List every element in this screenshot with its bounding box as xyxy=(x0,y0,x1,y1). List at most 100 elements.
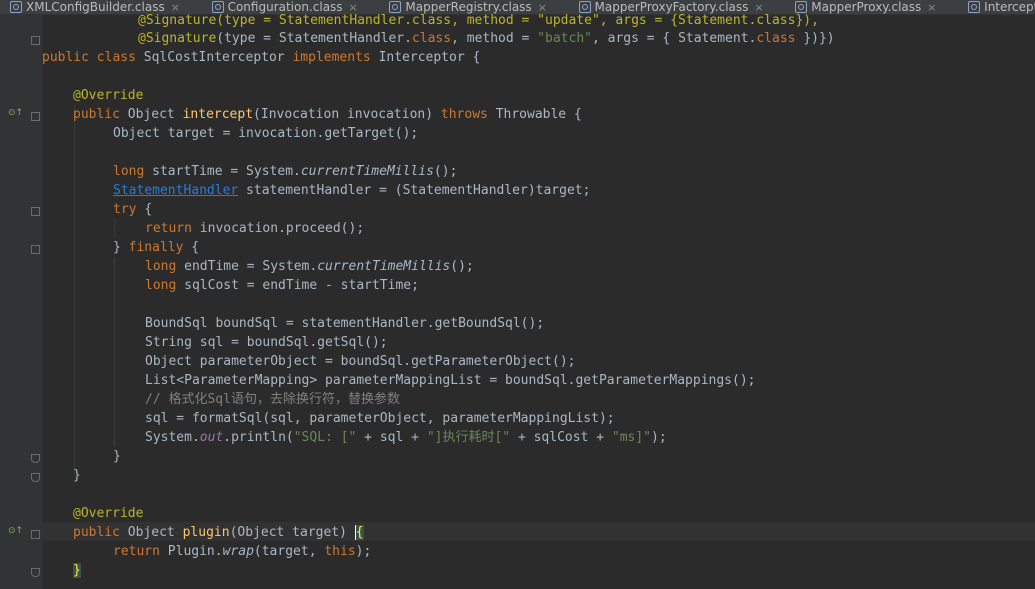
code-line: @Signature(type = StatementHandler.class… xyxy=(138,29,835,48)
code-token: try xyxy=(113,202,145,217)
code-line: long sqlCost = endTime - startTime; xyxy=(145,276,419,295)
code-token: , method = xyxy=(451,31,538,46)
code-line: public Object intercept(Invocation invoc… xyxy=(73,105,582,124)
fold-icon[interactable] xyxy=(31,207,40,216)
code-token: System. xyxy=(145,430,200,445)
code-token: wrap xyxy=(222,544,254,559)
code-token: (Object target) xyxy=(229,525,355,540)
tab-label: InterceptorChain.class xyxy=(984,0,1035,14)
code-token: ); xyxy=(651,430,667,445)
code-line: StatementHandler statementHandler = (Sta… xyxy=(113,181,590,200)
code-line: Object target = invocation.getTarget(); xyxy=(113,126,419,141)
code-token: currentTimeMillis xyxy=(317,259,451,274)
code-line: String sql = boundSql.getSql(); xyxy=(145,335,388,350)
code-token: long xyxy=(145,259,185,274)
code-token: public xyxy=(73,525,128,540)
editor-gutter: ⊙↑ ⊙↑ xyxy=(0,14,42,589)
close-icon[interactable]: × xyxy=(927,1,936,14)
code-token: class xyxy=(411,31,452,46)
code-token: sqlCost = endTime - startTime; xyxy=(184,278,419,293)
code-token: Object xyxy=(127,107,183,122)
code-token: plugin xyxy=(182,525,230,540)
class-file-icon xyxy=(10,1,22,13)
code-line: } xyxy=(73,561,81,580)
code-token: })}) xyxy=(795,31,835,46)
code-token: Plugin. xyxy=(167,544,223,559)
code-token: "ms]" xyxy=(611,430,652,445)
code-token: finally xyxy=(128,240,192,255)
matched-brace: } xyxy=(73,563,81,578)
code-token: (target, xyxy=(253,544,325,559)
code-token: { xyxy=(144,202,153,217)
code-token: invocation.proceed(); xyxy=(199,221,365,236)
code-line: } finally { xyxy=(113,238,199,257)
code-token: return xyxy=(145,221,200,236)
code-token: (type = StatementHandler. xyxy=(216,31,412,46)
code-token: + sql + xyxy=(356,430,427,445)
fold-end-icon[interactable] xyxy=(31,568,40,577)
indent-guide xyxy=(114,257,115,447)
code-line: System.out.println("SQL: [" + sql + "]执行… xyxy=(145,428,667,447)
code-token: intercept xyxy=(182,107,254,122)
fold-end-icon[interactable] xyxy=(31,454,40,463)
fold-icon[interactable] xyxy=(31,36,40,45)
fold-icon[interactable] xyxy=(31,245,40,254)
override-method-icon[interactable]: ⊙↑ xyxy=(8,108,23,118)
code-line: List<ParameterMapping> parameterMappingL… xyxy=(145,373,756,388)
code-line: long endTime = System.currentTimeMillis(… xyxy=(145,257,474,276)
code-token: .println( xyxy=(223,430,294,445)
override-method-icon[interactable]: ⊙↑ xyxy=(8,526,23,536)
code-token: (); xyxy=(433,164,458,179)
code-token-link[interactable]: StatementHandler xyxy=(113,183,238,198)
fold-icon[interactable] xyxy=(31,530,40,539)
fold-icon[interactable] xyxy=(31,112,40,121)
code-token: class xyxy=(756,31,796,46)
code-line: Object parameterObject = boundSql.getPar… xyxy=(145,354,576,369)
code-token: implements xyxy=(292,50,379,65)
code-line: } xyxy=(113,449,121,464)
code-token: , args = { Statement. xyxy=(591,31,757,46)
code-line: @Override xyxy=(73,506,144,521)
code-line: public Object plugin(Object target) { xyxy=(73,523,364,542)
code-token: @Signature(type = StatementHandler.class… xyxy=(138,13,819,28)
code-token: @Signature xyxy=(138,31,217,46)
code-token: this xyxy=(324,544,356,559)
code-line: return invocation.proceed(); xyxy=(145,219,364,238)
code-token: startTime = System. xyxy=(152,164,301,179)
code-token: SqlCostInterceptor xyxy=(143,50,293,65)
code-token: public class xyxy=(42,50,144,65)
code-line: BoundSql boundSql = statementHandler.get… xyxy=(145,316,545,331)
tab-label: MapperProxy.class xyxy=(811,0,922,14)
matched-brace: { xyxy=(354,525,364,540)
code-token: currentTimeMillis xyxy=(300,164,434,179)
code-token: "]执行耗时[" xyxy=(426,430,511,445)
indent-guide xyxy=(74,105,75,475)
code-token: long xyxy=(113,164,153,179)
code-token: (Invocation invocation) xyxy=(253,107,441,122)
code-token: Interceptor { xyxy=(378,50,481,65)
code-token: long xyxy=(145,278,185,293)
code-line: return Plugin.wrap(target, this); xyxy=(113,542,371,561)
tab-interceptorchain[interactable]: InterceptorChain.class xyxy=(958,0,1035,14)
code-token: public xyxy=(73,107,128,122)
code-token: { xyxy=(191,240,200,255)
code-line: @Override xyxy=(73,88,144,103)
code-line: public class SqlCostInterceptor implemen… xyxy=(42,48,480,67)
code-token: return xyxy=(113,544,168,559)
code-line: long startTime = System.currentTimeMilli… xyxy=(113,162,457,181)
code-token: Throwable { xyxy=(495,107,582,122)
code-token: endTime = System. xyxy=(184,259,318,274)
code-token: ); xyxy=(355,544,372,559)
code-token: statementHandler = (StatementHandler)tar… xyxy=(238,183,591,198)
indent-guide xyxy=(114,219,115,238)
code-token: } xyxy=(113,240,129,255)
fold-end-icon[interactable] xyxy=(31,473,40,482)
code-token: (); xyxy=(450,259,474,274)
code-line: } xyxy=(73,468,81,483)
code-token: "SQL: [" xyxy=(293,430,357,445)
code-token: out xyxy=(199,430,224,445)
code-line: try { xyxy=(113,200,152,219)
code-token: + sqlCost + xyxy=(510,430,612,445)
code-comment: // 格式化Sql语句，去除换行符，替换参数 xyxy=(145,392,400,407)
code-token: Object xyxy=(127,525,183,540)
